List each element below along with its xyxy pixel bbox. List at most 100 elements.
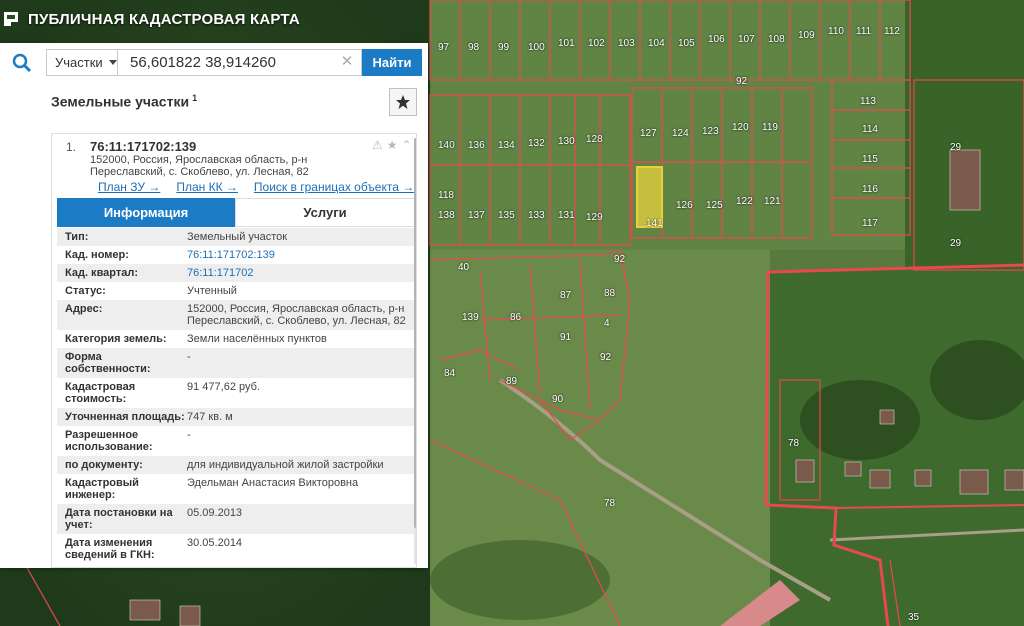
result-count: 1: [192, 93, 198, 103]
star-icon[interactable]: ★: [387, 138, 398, 152]
parcel-label: 40: [458, 262, 470, 273]
search-panel: Участки ✕ Найти Земельные участки1 1. 76…: [0, 43, 428, 568]
section-title-text: Земельные участки: [51, 93, 190, 110]
property-value: 747 кв. м: [187, 411, 233, 423]
tab-services[interactable]: Услуги: [235, 198, 415, 227]
result-address-line2: Переславский, с. Скоблево, ул. Лесная, 8…: [90, 166, 309, 178]
parcel-label: 136: [468, 140, 485, 151]
scrollbar-thumb[interactable]: [414, 138, 416, 528]
property-value: Земельный участок: [187, 231, 288, 243]
favorites-button[interactable]: [389, 88, 417, 116]
parcel-label: 122: [736, 196, 753, 207]
parcel-label: 124: [672, 128, 689, 139]
property-value: 05.09.2013: [187, 507, 243, 519]
parcel-label: 100: [528, 42, 545, 53]
chevron-up-icon[interactable]: ⌃: [402, 138, 412, 152]
scrollbar[interactable]: [414, 138, 416, 564]
parcel-label: 137: [468, 210, 485, 221]
property-row: Уточненная площадь: 747 кв. м: [57, 408, 415, 426]
parcel-label: 126: [676, 200, 693, 211]
parcel-label: 78: [604, 498, 616, 509]
property-value: Эдельман Анастасия Викторовна: [187, 477, 359, 489]
parcel-label: 99: [498, 42, 510, 53]
property-value: для индивидуальной жилой застройки: [187, 459, 384, 471]
property-value: 152000, Россия, Ярославская область, р-н…: [187, 303, 406, 327]
logo-icon: [4, 12, 18, 26]
search-type-select[interactable]: Участки: [46, 49, 118, 76]
parcel-label: 123: [702, 126, 719, 137]
property-label: Уточненная площадь:: [65, 411, 185, 423]
parcel-label: 118: [438, 190, 454, 201]
search-in-bounds-link[interactable]: Поиск в границах объекта →: [254, 180, 414, 194]
property-label: Дата изменения сведений в ГКН:: [65, 537, 155, 561]
result-card: 1. 76:11:171702:139 152000, Россия, Ярос…: [51, 133, 417, 568]
parcel-label: 87: [560, 290, 572, 301]
property-value: 30.05.2014: [187, 537, 243, 549]
parcel-label: 141: [646, 218, 663, 229]
property-value: Учтенный: [187, 285, 237, 297]
property-row: Разрешенное использование: -: [57, 426, 415, 456]
search-row: Участки ✕ Найти: [0, 43, 428, 83]
parcel-label: 97: [438, 42, 450, 53]
parcel-label: 92: [614, 254, 626, 265]
parcel-label: 132: [528, 138, 545, 149]
parcel-label: 92: [600, 352, 612, 363]
property-row: Дата изменения сведений в ГКН: 30.05.2014: [57, 534, 415, 564]
app-title: ПУБЛИЧНАЯ КАДАСТРОВАЯ КАРТА: [28, 10, 300, 28]
parcel-label: 4: [604, 318, 610, 329]
parcel-label: 101: [558, 38, 575, 49]
property-value: -: [187, 429, 191, 441]
parcel-label: 115: [862, 154, 878, 165]
property-row: Кад. квартал: 76:11:171702: [57, 264, 415, 282]
search-type-label: Участки: [55, 55, 103, 70]
result-address-line1: 152000, Россия, Ярославская область, р-н: [90, 154, 308, 166]
search-icon[interactable]: [4, 48, 40, 78]
plan-zu-link[interactable]: План ЗУ →: [98, 180, 160, 194]
parcel-label: 114: [862, 124, 878, 135]
tab-information[interactable]: Информация: [57, 198, 235, 227]
result-tabs: Информация Услуги: [57, 198, 415, 227]
parcel-label: 102: [588, 38, 605, 49]
search-input[interactable]: [118, 49, 362, 76]
result-links: План ЗУ → План КК → Поиск в границах объ…: [98, 180, 414, 194]
property-label: Категория земель:: [65, 333, 167, 345]
parcel-label: 121: [764, 196, 781, 207]
parcel-label: 89: [506, 376, 518, 387]
parcel-label: 109: [798, 30, 815, 41]
result-actions: ⚠ ★ ⌃: [372, 138, 412, 152]
result-cad-number[interactable]: 76:11:171702:139: [90, 139, 196, 154]
property-value[interactable]: 76:11:171702: [187, 267, 415, 279]
chevron-down-icon: [108, 60, 117, 65]
parcel-label: 119: [762, 122, 778, 133]
result-address: 152000, Россия, Ярославская область, р-н…: [90, 154, 330, 178]
parcel-label: 117: [862, 218, 878, 229]
parcel-label: 29: [950, 238, 962, 249]
property-row: Форма собственности: -: [57, 348, 415, 378]
property-value[interactable]: 76:11:171702:139: [187, 249, 415, 261]
parcel-label: 84: [444, 368, 456, 379]
result-number: 1.: [66, 140, 77, 154]
property-label: Кад. квартал:: [65, 267, 139, 279]
property-value: -: [187, 351, 191, 363]
section-title: Земельные участки 1: [51, 93, 197, 110]
property-label: Дата постановки на учет:: [65, 507, 173, 531]
close-icon[interactable]: ✕: [340, 54, 354, 69]
warning-icon[interactable]: ⚠: [372, 138, 383, 152]
parcel-label: 78: [788, 438, 800, 449]
parcel-label: 127: [640, 128, 657, 139]
property-row: Тип: Земельный участок: [57, 228, 415, 246]
parcel-label: 140: [438, 140, 455, 151]
property-row: Кадастровая стоимость: 91 477,62 руб.: [57, 378, 415, 408]
parcel-label: 98: [468, 42, 480, 53]
parcel-label: 107: [738, 34, 755, 45]
plan-kk-link[interactable]: План КК →: [176, 180, 238, 194]
property-label: Форма собственности:: [65, 351, 151, 375]
property-row: Кадастровый инженер: Эдельман Анастасия В…: [57, 474, 415, 504]
parcel-label: 130: [558, 136, 575, 147]
find-button[interactable]: Найти: [362, 49, 422, 76]
property-label: Разрешенное использование:: [65, 429, 153, 453]
parcel-label: 139: [462, 312, 479, 323]
parcel-label: 112: [884, 26, 900, 37]
property-label: Кадастровый инженер:: [65, 477, 139, 501]
parcel-label: 104: [648, 38, 665, 49]
